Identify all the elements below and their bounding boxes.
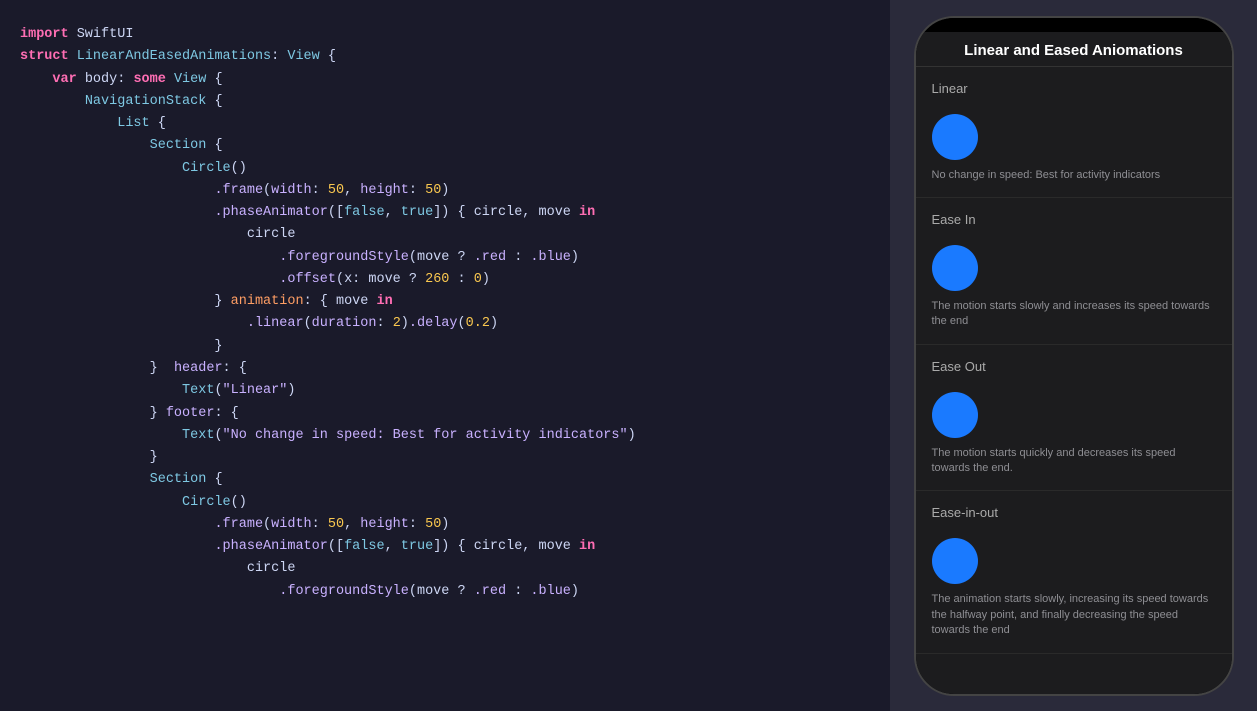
code-line: } header: { xyxy=(20,358,870,380)
code-line: Section { xyxy=(20,469,870,491)
code-line: NavigationStack { xyxy=(20,91,870,113)
code-line: struct LinearAndEasedAnimations: View { xyxy=(20,46,870,68)
list-section-header: Ease In xyxy=(916,198,1232,231)
animation-circle xyxy=(932,245,978,291)
code-line: } xyxy=(20,447,870,469)
code-line: Section { xyxy=(20,135,870,157)
code-line: circle xyxy=(20,224,870,246)
list-item-desc: No change in speed: Best for activity in… xyxy=(932,168,1216,191)
code-line: .foregroundStyle(move ? .red : .blue) xyxy=(20,581,870,603)
code-line: Circle() xyxy=(20,158,870,180)
list-section-header: Ease Out xyxy=(916,345,1232,378)
phone-nav-title: Linear and Eased Aniomations xyxy=(964,42,1183,59)
phone-device: Linear and Eased Aniomations Linear No ch… xyxy=(914,16,1234,696)
code-line: .phaseAnimator([false, true]) { circle, … xyxy=(20,536,870,558)
animation-circle xyxy=(932,114,978,160)
code-line: } footer: { xyxy=(20,403,870,425)
code-line: .foregroundStyle(move ? .red : .blue) xyxy=(20,247,870,269)
code-line: List { xyxy=(20,113,870,135)
code-line: circle xyxy=(20,558,870,580)
code-line: .offset(x: move ? 260 : 0) xyxy=(20,269,870,291)
code-line: .phaseAnimator([false, true]) { circle, … xyxy=(20,202,870,224)
animation-circle xyxy=(932,538,978,584)
phone-list[interactable]: Linear No change in speed: Best for activ… xyxy=(916,67,1232,694)
code-line: } animation: { move in xyxy=(20,291,870,313)
list-item: No change in speed: Best for activity in… xyxy=(916,100,1232,198)
phone-status-bar xyxy=(916,18,1232,32)
phone-nav-bar: Linear and Eased Aniomations xyxy=(916,32,1232,67)
list-item-desc: The animation starts slowly, increasing … xyxy=(932,592,1216,646)
list-item: The animation starts slowly, increasing … xyxy=(916,524,1232,653)
code-line: Circle() xyxy=(20,492,870,514)
code-panel: import SwiftUIstruct LinearAndEasedAnima… xyxy=(0,0,890,711)
code-lines: import SwiftUIstruct LinearAndEasedAnima… xyxy=(20,24,870,603)
code-line: } xyxy=(20,336,870,358)
code-line: var body: some View { xyxy=(20,69,870,91)
list-section-header: Ease-in-out xyxy=(916,491,1232,524)
animation-circle xyxy=(932,392,978,438)
phone-screen: Linear and Eased Aniomations Linear No ch… xyxy=(916,32,1232,694)
code-line: Text("No change in speed: Best for activ… xyxy=(20,425,870,447)
code-line: Text("Linear") xyxy=(20,380,870,402)
list-section-header: Linear xyxy=(916,67,1232,100)
code-line: .frame(width: 50, height: 50) xyxy=(20,180,870,202)
code-line: .frame(width: 50, height: 50) xyxy=(20,514,870,536)
list-item: The motion starts slowly and increases i… xyxy=(916,231,1232,345)
code-line: import SwiftUI xyxy=(20,24,870,46)
phone-panel: Linear and Eased Aniomations Linear No ch… xyxy=(890,0,1257,711)
code-line: .linear(duration: 2).delay(0.2) xyxy=(20,313,870,335)
list-item-desc: The motion starts slowly and increases i… xyxy=(932,299,1216,338)
list-item-desc: The motion starts quickly and decreases … xyxy=(932,446,1216,485)
list-item: The motion starts quickly and decreases … xyxy=(916,378,1232,492)
